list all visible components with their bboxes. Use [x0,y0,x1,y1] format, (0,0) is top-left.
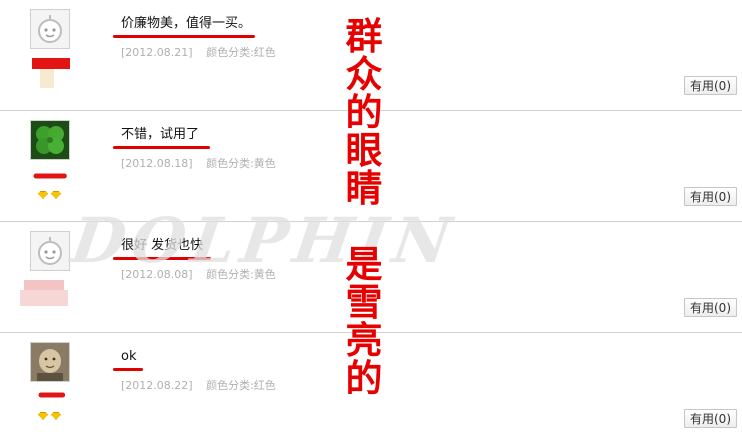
review-comment: ok [121,349,137,364]
diamond-icon [38,191,48,199]
review-date: [2012.08.18] [121,157,193,170]
redacted-username [20,280,68,306]
review-date: [2012.08.22] [121,379,193,392]
review-meta: [2012.08.08] 颜色分类:黄色 [121,266,276,282]
red-underline [113,146,210,149]
annotation-line-2: 是雪亮的 [345,243,383,400]
redacted-username [33,173,67,179]
diamond-icon [51,412,61,420]
color-attribute: 颜色分类:黄色 [206,268,276,281]
useful-button[interactable]: 有用(0) [684,409,737,428]
red-underline [113,35,255,38]
default-avatar-icon[interactable] [30,9,70,49]
review-comment: 不错，试用了 [121,127,200,142]
color-attribute: 颜色分类:红色 [206,379,276,392]
review-meta: [2012.08.21] 颜色分类:红色 [121,44,276,60]
diamond-icon [51,191,61,199]
red-underline [113,257,211,260]
baby-photo-avatar-icon[interactable] [30,342,70,382]
review-meta: [2012.08.18] 颜色分类:黄色 [121,155,276,171]
review-date: [2012.08.08] [121,268,193,281]
review-date: [2012.08.21] [121,46,193,59]
color-attribute: 颜色分类:红色 [206,46,276,59]
useful-button[interactable]: 有用(0) [684,187,737,206]
level-icons [38,184,64,199]
redacted-username [38,392,66,398]
review-comment: 价廉物美，值得一买。 [121,16,252,31]
clover-avatar-icon[interactable] [30,120,70,160]
redacted-username [32,58,70,88]
color-attribute: 颜色分类:黄色 [206,157,276,170]
diamond-icon [38,412,48,420]
review-comment: 很好 发货也快 [121,238,204,253]
level-icons [38,405,64,420]
default-avatar-icon[interactable] [30,231,70,271]
annotation-line-1: 群众的眼睛 [345,15,383,210]
useful-button[interactable]: 有用(0) [684,76,737,95]
useful-button[interactable]: 有用(0) [684,298,737,317]
red-underline [113,368,143,371]
review-meta: [2012.08.22] 颜色分类:红色 [121,377,276,393]
